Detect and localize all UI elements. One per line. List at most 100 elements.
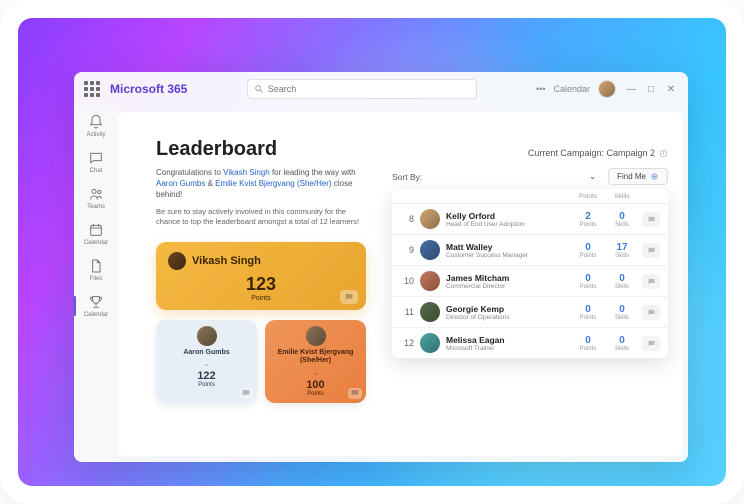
user-avatar[interactable]	[598, 80, 616, 98]
row-skills: 0	[608, 211, 636, 222]
table-row[interactable]: 10James MitchamCommercial Director0Point…	[392, 266, 668, 297]
row-points: 0	[574, 242, 602, 253]
row-name: Matt Walley	[446, 242, 568, 252]
table-row[interactable]: 12Melissa EaganMicrosoft Trainer0Points0…	[392, 328, 668, 358]
calendar-icon	[88, 222, 104, 238]
brand-label: Microsoft 365	[110, 82, 187, 96]
chevron-down-icon: ⌄	[271, 368, 360, 377]
app-window: Microsoft 365 ••• Calendar — □ ✕	[74, 72, 688, 462]
row-role: Commercial Director	[446, 283, 568, 290]
sidebar-item-activity[interactable]: Activity	[81, 114, 111, 138]
chat-button[interactable]	[348, 388, 362, 399]
row-name: James Mitcham	[446, 273, 568, 283]
sidebar-item-label: Teams	[87, 204, 105, 210]
app-launcher-icon[interactable]	[84, 81, 100, 97]
sidebar-item-label: Files	[90, 276, 103, 282]
info-icon[interactable]	[659, 149, 668, 158]
chat-button[interactable]	[340, 290, 358, 304]
chat-icon	[88, 150, 104, 166]
table-row[interactable]: 8Kelly OrfordHead of End User Adoption2P…	[392, 204, 668, 235]
window-maximize-button[interactable]: □	[644, 82, 658, 96]
more-button[interactable]: •••	[536, 84, 545, 94]
rank: 12	[400, 338, 414, 348]
sidebar-item-label: Chat	[90, 168, 103, 174]
sidebar-item-files[interactable]: Files	[81, 258, 111, 282]
leader-card-1[interactable]: Vikash Singh 123 Points	[156, 242, 366, 310]
search-box[interactable]	[247, 79, 477, 99]
congrats-text: Congratulations to Vikash Singh for lead…	[156, 167, 356, 201]
row-points: 0	[574, 273, 602, 284]
window-close-button[interactable]: ✕	[664, 82, 678, 96]
col-points: Points	[574, 193, 602, 200]
leader-points: 123	[168, 274, 354, 295]
rank: 8	[400, 214, 414, 224]
rank: 9	[400, 245, 414, 255]
leader-link-1[interactable]: Vikash Singh	[223, 168, 270, 177]
sidebar: Activity Chat Teams Calendar	[74, 106, 118, 462]
row-skills: 0	[608, 335, 636, 346]
campaign-label: Current Campaign: Campaign 2	[392, 148, 668, 158]
leader-link-2[interactable]: Aaron Gumbs	[156, 179, 205, 188]
rank: 10	[400, 276, 414, 286]
sidebar-item-teams[interactable]: Teams	[81, 186, 111, 210]
target-icon	[650, 172, 659, 181]
sidebar-item-leaderboard[interactable]: Calendar	[81, 294, 111, 318]
row-skills: 0	[608, 304, 636, 315]
avatar	[420, 209, 440, 229]
sidebar-item-label: Calendar	[84, 240, 108, 246]
row-skills: 0	[608, 273, 636, 284]
sidebar-item-calendar[interactable]: Calendar	[81, 222, 111, 246]
row-points: 0	[574, 304, 602, 315]
avatar	[420, 302, 440, 322]
table-row[interactable]: 11Georgie KempDirector of Operations0Poi…	[392, 297, 668, 328]
title-bar: Microsoft 365 ••• Calendar — □ ✕	[74, 72, 688, 106]
avatar	[197, 326, 217, 346]
header-calendar-link[interactable]: Calendar	[553, 84, 590, 94]
row-name: Kelly Orford	[446, 211, 568, 221]
row-name: Georgie Kemp	[446, 304, 568, 314]
chat-button[interactable]	[642, 336, 660, 351]
col-skills: Skills	[608, 193, 636, 200]
leader-points: 122	[162, 370, 251, 382]
sidebar-item-label: Calendar	[84, 312, 108, 318]
sidebar-item-label: Activity	[86, 132, 105, 138]
points-label: Points	[162, 382, 251, 388]
table-row[interactable]: 9Matt WalleyCustomer Success Manager0Poi…	[392, 235, 668, 266]
leader-name: Aaron Gumbs	[162, 349, 251, 357]
chat-button[interactable]	[239, 388, 253, 399]
leader-points: 100	[271, 379, 360, 391]
row-points: 0	[574, 335, 602, 346]
note-text: Be sure to stay actively involved in thi…	[156, 207, 366, 228]
leader-card-2[interactable]: Aaron Gumbs ⌄ 122 Points	[156, 320, 257, 403]
row-role: Head of End User Adoption	[446, 221, 568, 228]
leader-name: Emilie Kvist Bjergvang (She/Her)	[271, 349, 360, 366]
chat-button[interactable]	[642, 212, 660, 227]
chat-button[interactable]	[642, 243, 660, 258]
leader-name: Vikash Singh	[192, 255, 261, 267]
avatar	[420, 333, 440, 353]
sort-dropdown[interactable]: ⌄	[585, 169, 600, 184]
avatar	[420, 240, 440, 260]
avatar	[306, 326, 326, 346]
chat-button[interactable]	[642, 305, 660, 320]
content-area: Leaderboard Congratulations to Vikash Si…	[118, 112, 682, 456]
bell-icon	[88, 114, 104, 130]
search-icon	[254, 84, 264, 94]
search-input[interactable]	[268, 84, 470, 94]
row-skills: 17	[608, 242, 636, 253]
sidebar-item-chat[interactable]: Chat	[81, 150, 111, 174]
row-role: Customer Success Manager	[446, 252, 568, 259]
leader-link-3[interactable]: Emilie Kvist Bjergvang (She/Her)	[215, 179, 331, 188]
chevron-down-icon: ⌄	[162, 359, 251, 368]
row-role: Microsoft Trainer	[446, 345, 568, 352]
teams-icon	[88, 186, 104, 202]
points-label: Points	[168, 295, 354, 302]
rank: 11	[400, 307, 414, 317]
leader-card-3[interactable]: Emilie Kvist Bjergvang (She/Her) ⌄ 100 P…	[265, 320, 366, 403]
avatar	[168, 252, 186, 270]
find-me-button[interactable]: Find Me	[608, 168, 668, 185]
avatar	[420, 271, 440, 291]
points-label: Points	[271, 391, 360, 397]
window-minimize-button[interactable]: —	[624, 82, 638, 96]
chat-button[interactable]	[642, 274, 660, 289]
